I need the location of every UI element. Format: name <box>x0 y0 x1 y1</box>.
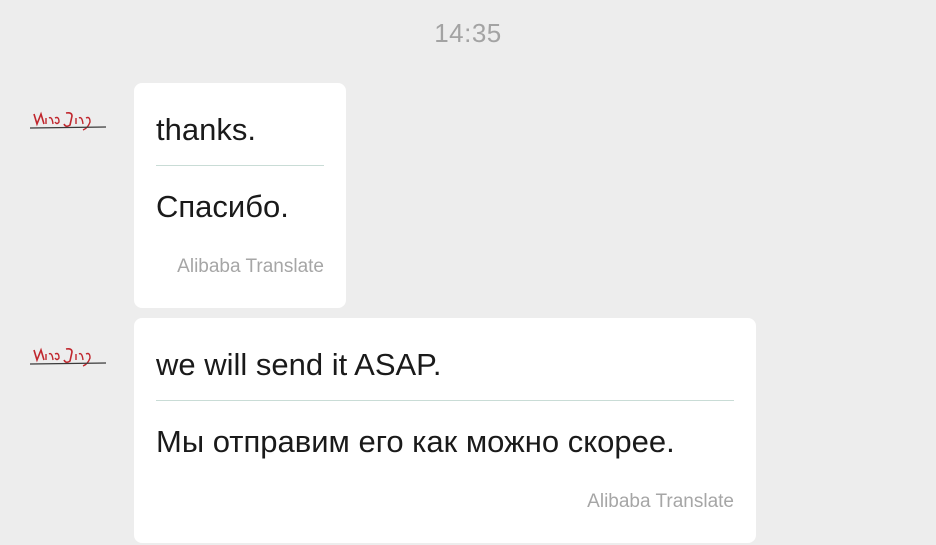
translation-provider: Alibaba Translate <box>587 491 734 512</box>
translation-divider <box>156 400 734 401</box>
signature-logo-icon <box>29 111 107 131</box>
sender-avatar[interactable] <box>28 108 110 134</box>
original-text: thanks. <box>156 112 256 147</box>
translation-provider: Alibaba Translate <box>177 256 324 277</box>
translation-divider <box>156 165 324 166</box>
message-bubble[interactable]: thanks. Спасибо. Alibaba Translate <box>134 83 346 308</box>
message-bubble[interactable]: we will send it ASAP. Мы отправим его ка… <box>134 318 756 543</box>
sender-avatar[interactable] <box>28 344 110 370</box>
signature-logo-icon <box>29 347 107 367</box>
translated-text: Спасибо. <box>156 189 289 224</box>
chat-timestamp: 14:35 <box>434 18 502 48</box>
translated-text: Мы отправим его как можно скорее. <box>156 424 675 459</box>
original-text: we will send it ASAP. <box>156 347 442 382</box>
